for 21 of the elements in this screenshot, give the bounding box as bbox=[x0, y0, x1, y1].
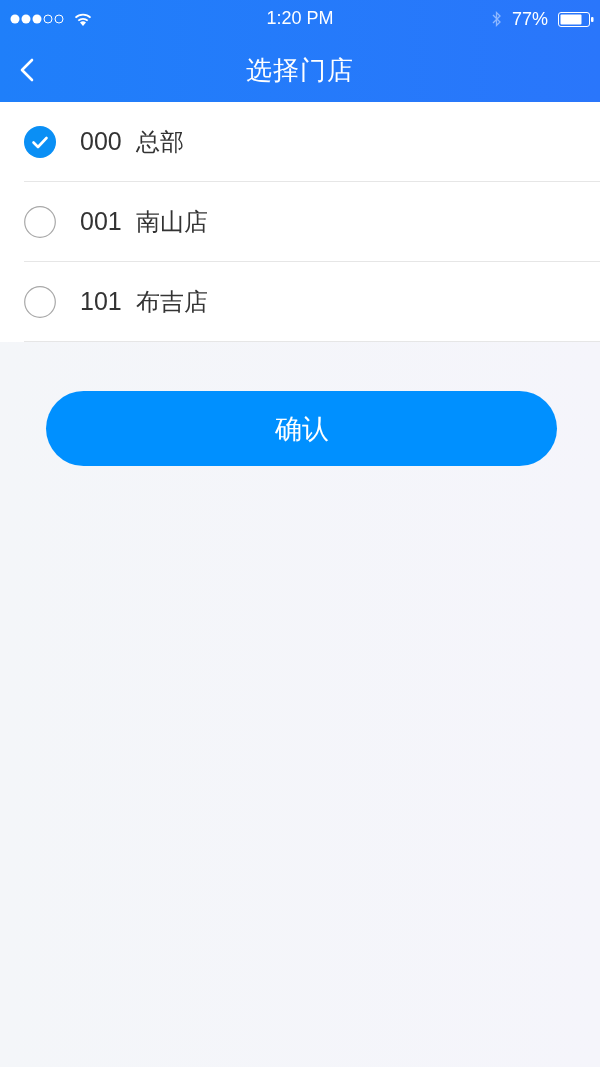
store-code: 101 bbox=[80, 287, 122, 316]
radio-icon[interactable] bbox=[24, 285, 56, 318]
chevron-left-icon bbox=[20, 58, 34, 82]
store-name: 布吉店 bbox=[135, 286, 208, 318]
store-code: 001 bbox=[80, 207, 122, 236]
battery-percent: 77% bbox=[511, 8, 548, 30]
store-code: 000 bbox=[80, 127, 122, 156]
status-time: 1:20 PM bbox=[266, 8, 334, 29]
store-option[interactable]: 001 南山店 bbox=[24, 182, 600, 262]
store-option[interactable]: 000 总部 bbox=[24, 102, 600, 182]
radio-icon[interactable] bbox=[24, 205, 56, 238]
store-name: 南山店 bbox=[135, 206, 208, 238]
wifi-icon bbox=[74, 12, 92, 26]
bluetooth-icon bbox=[491, 10, 502, 28]
signal-icon bbox=[10, 14, 66, 24]
page-title: 选择门店 bbox=[246, 53, 354, 87]
store-name: 总部 bbox=[135, 126, 184, 158]
store-option[interactable]: 101 布吉店 bbox=[24, 262, 600, 342]
checked-radio-icon[interactable] bbox=[24, 125, 56, 158]
back-button[interactable] bbox=[20, 58, 34, 82]
battery-icon bbox=[558, 11, 594, 27]
